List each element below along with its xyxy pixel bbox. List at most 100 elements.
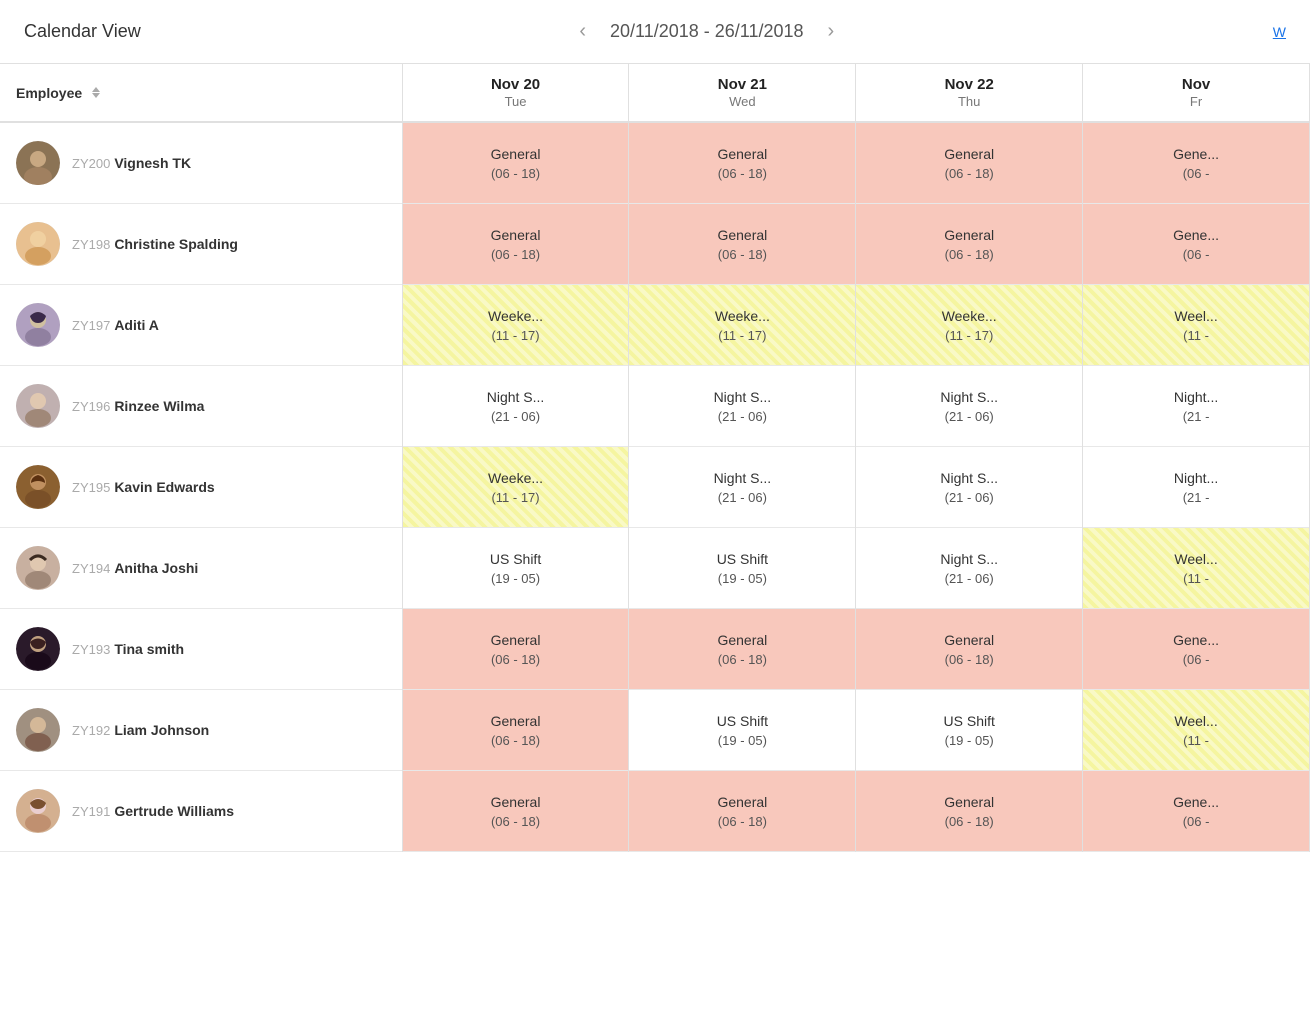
table-row: ZY196Rinzee Wilma Night S... (21 - 06) Nigh… [0,366,1310,447]
shift-time: (19 - 05) [945,733,994,748]
employee-name: ZY200Vignesh TK [72,155,191,171]
shift-name: Night... [1174,470,1218,486]
shift-name: General [491,227,541,243]
shift-cell-ZY191-day3[interactable]: Gene...(06 - [1083,771,1310,852]
next-arrow[interactable]: › [820,16,843,47]
shift-block: General(06 - 18) [629,123,855,203]
employee-info: ZY196Rinzee Wilma [16,384,386,428]
shift-cell-ZY195-day2[interactable]: Night S...(21 - 06) [856,447,1083,528]
shift-name: Weeke... [715,308,770,324]
shift-cell-ZY191-day0[interactable]: General(06 - 18) [402,771,629,852]
shift-cell-ZY197-day2[interactable]: Weeke...(11 - 17) [856,285,1083,366]
shift-cell-ZY196-day3[interactable]: Night...(21 - [1083,366,1310,447]
shift-block: Weeke...(11 - 17) [403,447,629,527]
shift-name: General [944,632,994,648]
shift-block: General (06 - 18) [856,609,1082,689]
shift-block: Night S...(21 - 06) [856,447,1082,527]
shift-time: (06 - 18) [491,814,540,829]
employee-info: ZY194Anitha Joshi [16,546,386,590]
shift-cell-ZY200-day0[interactable]: General(06 - 18) [402,122,629,204]
employee-column-header: Employee [0,64,402,122]
col-nov20: Nov 20 Tue [402,64,629,122]
employee-name: ZY195Kavin Edwards [72,479,215,495]
shift-block: Weel...(11 - [1083,690,1309,770]
employee-info: ZY200Vignesh TK [16,141,386,185]
shift-cell-ZY200-day3[interactable]: Gene...(06 - [1083,122,1310,204]
date-range: 20/11/2018 - 26/11/2018 [610,21,804,42]
shift-name: Night S... [714,470,772,486]
shift-cell-ZY195-day1[interactable]: Night S...(21 - 06) [629,447,856,528]
shift-block: General(06 - 18) [403,123,629,203]
shift-cell-ZY197-day1[interactable]: Weeke...(11 - 17) [629,285,856,366]
shift-cell-ZY196-day1[interactable]: Night S...(21 - 06) [629,366,856,447]
shift-time: (21 - 06) [945,490,994,505]
shift-cell-ZY197-day0[interactable]: Weeke...(11 - 17) [402,285,629,366]
shift-block: Night S... (21 - 06) [403,366,629,446]
shift-cell-ZY198-day3[interactable]: Gene...(06 - [1083,204,1310,285]
shift-cell-ZY198-day0[interactable]: General(06 - 18) [402,204,629,285]
shift-name: General [944,227,994,243]
shift-cell-ZY195-day0[interactable]: Weeke...(11 - 17) [402,447,629,528]
table-row: ZY198Christine SpaldingGeneral(06 - 18)G… [0,204,1310,285]
shift-name: General [491,146,541,162]
shift-name: General [944,146,994,162]
shift-cell-ZY192-day2[interactable]: US Shift (19 - 05) [856,690,1083,771]
sort-up-icon [92,87,100,92]
shift-cell-ZY193-day1[interactable]: General(06 - 18) [629,609,856,690]
view-link[interactable]: W [1273,24,1286,40]
shift-cell-ZY194-day2[interactable]: Night S...(21 - 06) [856,528,1083,609]
prev-arrow[interactable]: ‹ [571,16,594,47]
avatar [16,789,60,833]
shift-cell-ZY192-day0[interactable]: General(06 - 18) [402,690,629,771]
shift-cell-ZY200-day1[interactable]: General(06 - 18) [629,122,856,204]
avatar [16,465,60,509]
shift-cell-ZY195-day3[interactable]: Night... (21 - [1083,447,1310,528]
shift-cell-ZY191-day1[interactable]: General(06 - 18) [629,771,856,852]
shift-cell-ZY194-day3[interactable]: Weel...(11 - [1083,528,1310,609]
shift-cell-ZY198-day2[interactable]: General(06 - 18) [856,204,1083,285]
shift-cell-ZY197-day3[interactable]: Weel...(11 - [1083,285,1310,366]
employee-cell-ZY195: ZY195Kavin Edwards [0,447,402,528]
shift-time: (21 - 06) [491,409,540,424]
employee-header-cell: Employee [16,85,394,101]
shift-cell-ZY198-day1[interactable]: General(06 - 18) [629,204,856,285]
sort-icon[interactable] [92,87,100,98]
shift-block: General(06 - 18) [856,123,1082,203]
avatar [16,303,60,347]
shift-cell-ZY192-day1[interactable]: US Shift(19 - 05) [629,690,856,771]
shift-cell-ZY191-day2[interactable]: General(06 - 18) [856,771,1083,852]
shift-block: Weeke...(11 - 17) [403,285,629,365]
shift-block: Night S...(21 - 06) [629,366,855,446]
shift-name: US Shift [944,713,995,729]
shift-block: General(06 - 18) [403,690,629,770]
shift-cell-ZY194-day1[interactable]: US Shift(19 - 05) [629,528,856,609]
shift-cell-ZY194-day0[interactable]: US Shift(19 - 05) [402,528,629,609]
shift-cell-ZY193-day0[interactable]: General(06 - 18) [402,609,629,690]
employee-cell-ZY193: ZY193Tina smith [0,609,402,690]
shift-name: General [717,632,767,648]
col-nov22: Nov 22 Thu [856,64,1083,122]
shift-cell-ZY193-day2[interactable]: General (06 - 18) [856,609,1083,690]
shift-cell-ZY200-day2[interactable]: General(06 - 18) [856,122,1083,204]
col-nov21: Nov 21 Wed [629,64,856,122]
calendar-container: Employee Nov 20 Tue Nov 21 Wed [0,64,1310,852]
shift-time: (21 - [1183,409,1210,424]
shift-cell-ZY192-day3[interactable]: Weel...(11 - [1083,690,1310,771]
shift-cell-ZY196-day0[interactable]: Night S... (21 - 06) [402,366,629,447]
shift-time: (21 - [1183,490,1210,505]
shift-block: Night S...(21 - 06) [856,366,1082,446]
shift-time: (06 - 18) [718,814,767,829]
shift-block: Night S...(21 - 06) [629,447,855,527]
shift-block: General(06 - 18) [629,204,855,284]
employee-name: ZY198Christine Spalding [72,236,238,252]
shift-cell-ZY193-day3[interactable]: Gene...(06 - [1083,609,1310,690]
shift-cell-ZY196-day2[interactable]: Night S...(21 - 06) [856,366,1083,447]
employee-name: ZY196Rinzee Wilma [72,398,204,414]
employee-cell-ZY192: ZY192Liam Johnson [0,690,402,771]
employee-info: ZY195Kavin Edwards [16,465,386,509]
shift-time: (11 - [1183,733,1209,748]
shift-time: (06 - 18) [945,652,994,667]
employee-info: ZY193Tina smith [16,627,386,671]
shift-name: Night S... [487,389,545,405]
shift-time: (11 - [1183,328,1209,343]
